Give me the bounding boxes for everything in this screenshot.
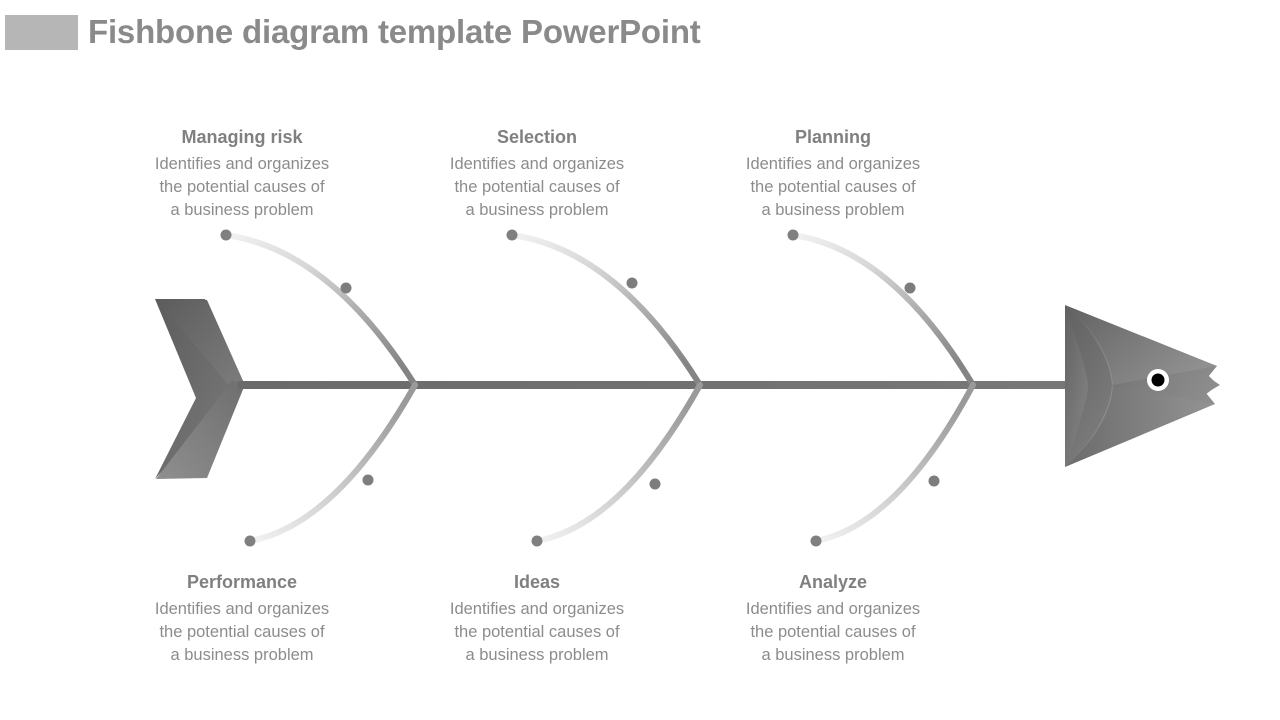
branch-desc-line: Identifies and organizes <box>745 155 921 173</box>
fish-head <box>1065 305 1220 467</box>
fish-tail <box>155 299 248 479</box>
rib-top-0 <box>220 229 418 388</box>
branch-desc-line: Identifies and organizes <box>154 155 330 173</box>
rib-mid-dot <box>340 282 352 294</box>
branch-description: Identifies and organizes the potential c… <box>703 598 963 666</box>
branch-label-top-1: Selection Identifies and organizes the p… <box>407 126 667 221</box>
branch-desc-line: a business problem <box>170 200 314 219</box>
rib-bottom-1 <box>531 382 703 547</box>
fishbone-diagram: Managing risk Identifies and organizes t… <box>0 0 1280 720</box>
rib-tip-dot <box>787 229 799 241</box>
branch-desc-line: Identifies and organizes <box>449 155 625 173</box>
rib-tip-dot <box>506 229 518 241</box>
branch-desc-line: a business problem <box>761 645 905 664</box>
branch-desc-line: a business problem <box>465 200 609 219</box>
branch-desc-line: the potential causes of <box>159 622 325 641</box>
branch-title: Planning <box>795 127 871 147</box>
branch-desc-line: the potential causes of <box>159 177 325 196</box>
branch-desc-line: Identifies and organizes <box>745 600 921 618</box>
branch-desc-line: Identifies and organizes <box>154 600 330 618</box>
branch-label-bottom-1: Ideas Identifies and organizes the poten… <box>407 571 667 666</box>
rib-tip-dot <box>810 535 822 547</box>
rib-top-2 <box>787 229 976 388</box>
rib-mid-dot <box>904 282 916 294</box>
fish-eye-pupil <box>1151 373 1165 387</box>
rib-tip-dot <box>244 535 256 547</box>
branch-description: Identifies and organizes the potential c… <box>703 153 963 221</box>
branch-desc-line: the potential causes of <box>454 177 620 196</box>
branch-title: Performance <box>186 572 298 592</box>
rib-tip-dot <box>220 229 232 241</box>
rib-tip-dot <box>531 535 543 547</box>
branch-desc-line: Identifies and organizes <box>449 600 625 618</box>
branch-desc-line: a business problem <box>465 645 609 664</box>
branch-title: Ideas <box>513 572 561 592</box>
rib-top-1 <box>506 229 703 388</box>
branch-description: Identifies and organizes the potential c… <box>112 153 372 221</box>
branch-title: Managing risk <box>181 127 303 147</box>
branch-desc-line: the potential causes of <box>750 622 916 641</box>
rib-mid-dot <box>362 474 374 486</box>
branch-label-bottom-0: Performance Identifies and organizes the… <box>112 571 372 666</box>
rib-mid-dot <box>928 475 940 487</box>
branch-description: Identifies and organizes the potential c… <box>407 153 667 221</box>
rib-bottom-0 <box>244 382 418 547</box>
branch-desc-line: a business problem <box>170 645 314 664</box>
branch-description: Identifies and organizes the potential c… <box>112 598 372 666</box>
branch-desc-line: the potential causes of <box>750 177 916 196</box>
branch-title: Selection <box>496 127 578 147</box>
rib-mid-dot <box>649 478 661 490</box>
branch-label-top-0: Managing risk Identifies and organizes t… <box>112 126 372 221</box>
rib-bottom-2 <box>810 382 976 547</box>
branch-description: Identifies and organizes the potential c… <box>407 598 667 666</box>
branch-desc-line: a business problem <box>761 200 905 219</box>
branch-label-top-2: Planning Identifies and organizes the po… <box>703 126 963 221</box>
branch-title: Analyze <box>798 572 868 592</box>
branch-desc-line: the potential causes of <box>454 622 620 641</box>
rib-mid-dot <box>626 277 638 289</box>
branch-label-bottom-2: Analyze Identifies and organizes the pot… <box>703 571 963 666</box>
